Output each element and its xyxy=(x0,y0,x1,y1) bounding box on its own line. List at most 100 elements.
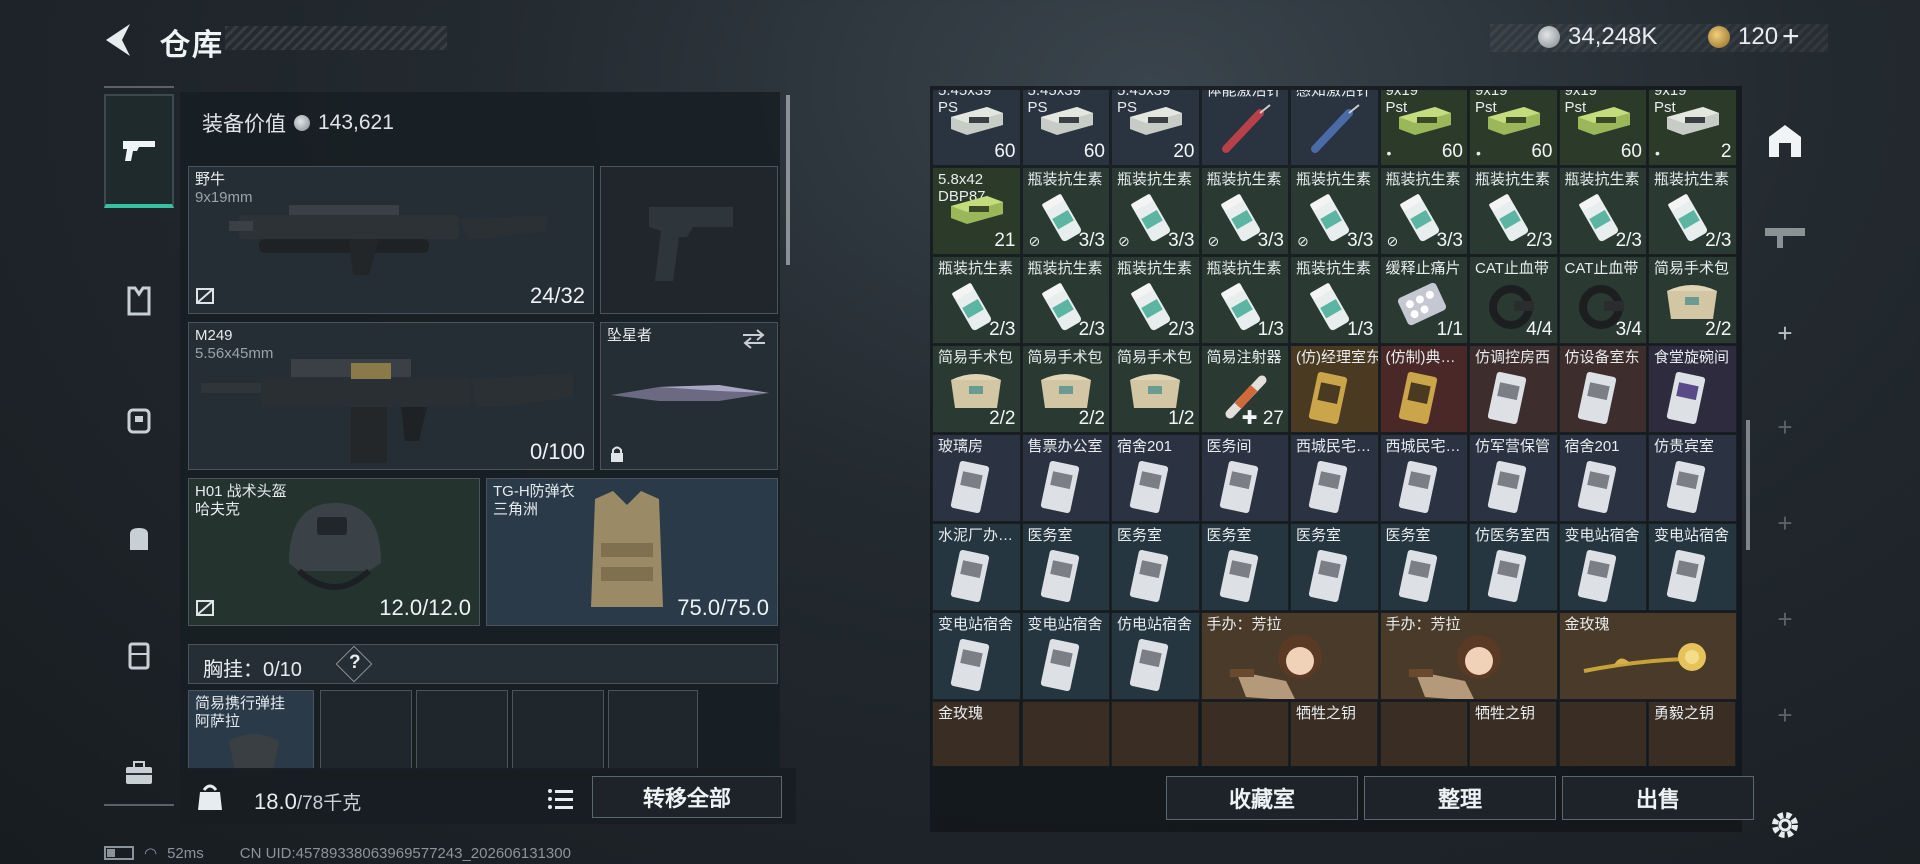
inventory-item[interactable]: 瓶装抗生素 2/3 xyxy=(1111,256,1200,344)
back-arrow-icon[interactable] xyxy=(100,20,140,60)
inventory-item[interactable]: 水泥厂办… xyxy=(932,523,1021,611)
inventory-item[interactable]: 瓶装抗生素 2/3 xyxy=(1469,167,1558,255)
tab-bag[interactable] xyxy=(104,482,174,592)
rig-empty-slot[interactable] xyxy=(320,690,412,770)
add-storage-button[interactable]: + xyxy=(1750,670,1820,760)
inventory-item[interactable]: 玻璃房 xyxy=(932,434,1021,522)
inventory-item[interactable]: 仿电站宿舍 xyxy=(1111,612,1200,700)
inventory-item[interactable]: 医务室 xyxy=(1021,523,1110,611)
inventory-item[interactable]: 仿医务室西 xyxy=(1469,523,1558,611)
inventory-item[interactable]: 5.8x42 DBP87 21 xyxy=(932,167,1021,255)
inventory-item[interactable]: 西城民宅… xyxy=(1290,434,1379,522)
inventory-item[interactable]: 医务室 xyxy=(1200,523,1289,611)
inventory-item-partial[interactable] xyxy=(1558,701,1647,766)
inventory-item[interactable]: 瓶装抗生素 3/3 ⊘ xyxy=(1200,167,1289,255)
inventory-item[interactable]: 医务间 xyxy=(1200,434,1289,522)
sort-button[interactable]: 整理 xyxy=(1364,776,1556,820)
tab-container[interactable] xyxy=(104,600,174,710)
inventory-item[interactable]: (仿制)典… xyxy=(1379,345,1468,433)
inventory-item[interactable]: 金玫瑰 xyxy=(1558,612,1737,700)
inventory-item[interactable]: 瓶装抗生素 3/3 ⊘ xyxy=(1290,167,1379,255)
pistol-slot[interactable] xyxy=(600,166,778,314)
inventory-item[interactable]: 简易手术包 2/2 xyxy=(1021,345,1110,433)
inventory-item[interactable]: 售票办公室 xyxy=(1021,434,1110,522)
inventory-item[interactable]: CAT止血带 4/4 xyxy=(1469,256,1558,344)
inventory-item-partial[interactable] xyxy=(1379,701,1468,766)
inventory-item[interactable]: 瓶装抗生素 3/3 ⊘ xyxy=(1111,167,1200,255)
inventory-item[interactable]: 变电站宿舍 xyxy=(1648,523,1737,611)
swap-icon[interactable] xyxy=(741,329,767,349)
melee-slot[interactable]: 坠星者 xyxy=(600,322,778,470)
inventory-item[interactable]: 仿设备室东 xyxy=(1558,345,1647,433)
inventory-item[interactable]: 仿贵宾室 xyxy=(1648,434,1737,522)
inventory-item[interactable]: 手办：芳拉 xyxy=(1200,612,1379,700)
rig-empty-slot[interactable] xyxy=(608,690,698,770)
inventory-item[interactable]: 食堂旋碗间 xyxy=(1648,345,1737,433)
inventory-item[interactable]: 医务室 xyxy=(1290,523,1379,611)
inventory-item[interactable]: 瓶装抗生素 2/3 xyxy=(1648,167,1737,255)
inventory-item[interactable]: 简易手术包 1/2 xyxy=(1111,345,1200,433)
tab-weapon-storage[interactable] xyxy=(1750,190,1820,280)
inventory-item[interactable]: 宿舍201 xyxy=(1111,434,1200,522)
chest-rig-header[interactable]: 胸挂：0/10 ? xyxy=(188,644,778,684)
inventory-item[interactable]: 感知激活针 xyxy=(1290,90,1379,166)
add-storage-button[interactable]: + xyxy=(1750,288,1820,378)
primary-weapon-slot[interactable]: 野牛 9x19mm 24/32 xyxy=(188,166,594,314)
inventory-item-partial[interactable]: 牺牲之钥 xyxy=(1290,701,1378,766)
settings-button[interactable] xyxy=(1750,780,1820,864)
rig-empty-slot[interactable] xyxy=(512,690,604,770)
inventory-item[interactable]: 简易手术包 2/2 xyxy=(932,345,1021,433)
inventory-item[interactable]: 简易注射器 ✚ 27 xyxy=(1200,345,1289,433)
inventory-item-partial[interactable]: 勇毅之钥 xyxy=(1648,701,1736,766)
tab-backpack[interactable] xyxy=(104,364,174,474)
inventory-item[interactable]: 5.45x39 PS 60 xyxy=(932,90,1021,166)
inventory-item[interactable]: 瓶装抗生素 2/3 xyxy=(932,256,1021,344)
inventory-item[interactable]: 瓶装抗生素 1/3 xyxy=(1290,256,1379,344)
inventory-item[interactable]: 9x19 Pst 2 • xyxy=(1648,90,1737,166)
add-storage-button[interactable]: + xyxy=(1750,574,1820,664)
inventory-item[interactable]: CAT止血带 3/4 xyxy=(1558,256,1647,344)
inventory-item[interactable]: 变电站宿舍 xyxy=(932,612,1021,700)
tab-weapons[interactable] xyxy=(104,94,174,208)
list-icon[interactable] xyxy=(546,786,576,812)
inventory-item[interactable]: (仿)经理室东 xyxy=(1290,345,1379,433)
inventory-item[interactable]: 变电站宿舍 xyxy=(1558,523,1647,611)
inventory-item[interactable]: 5.45x39 PS 60 xyxy=(1021,90,1110,166)
collection-button[interactable]: 收藏室 xyxy=(1166,776,1358,820)
armor-slot[interactable]: TG-H防弹衣 三角洲 75.0/75.0 xyxy=(486,478,778,626)
inventory-item[interactable]: 医务室 xyxy=(1379,523,1468,611)
inventory-item[interactable]: 瓶装抗生素 2/3 xyxy=(1021,256,1110,344)
sell-button[interactable]: 出售 xyxy=(1562,776,1754,820)
inventory-item-partial[interactable]: 牺牲之钥 xyxy=(1469,701,1557,766)
inventory-item[interactable]: 瓶装抗生素 3/3 ⊘ xyxy=(1021,167,1110,255)
inventory-item-partial[interactable] xyxy=(1021,701,1110,766)
inventory-item[interactable]: 9x19 Pst 60 • xyxy=(1379,90,1468,166)
inventory-item-partial[interactable]: 金玫瑰 xyxy=(932,701,1020,766)
inventory-item[interactable]: 仿军营保管 xyxy=(1469,434,1558,522)
transfer-all-button[interactable]: 转移全部 xyxy=(592,776,782,818)
add-storage-button[interactable]: + xyxy=(1750,382,1820,472)
add-storage-button[interactable]: + xyxy=(1750,478,1820,568)
tab-main-storage[interactable] xyxy=(1750,96,1820,186)
inventory-item[interactable]: 瓶装抗生素 3/3 ⊘ xyxy=(1379,167,1468,255)
rig-empty-slot[interactable] xyxy=(416,690,508,770)
inventory-item[interactable]: 仿调控房西 xyxy=(1469,345,1558,433)
inventory-item[interactable]: 5.45x39 PS 20 xyxy=(1111,90,1200,166)
inventory-item[interactable]: 瓶装抗生素 1/3 xyxy=(1200,256,1289,344)
inventory-item[interactable]: 瓶装抗生素 2/3 xyxy=(1558,167,1647,255)
inventory-item[interactable]: 简易手术包 2/2 xyxy=(1648,256,1737,344)
helmet-slot[interactable]: H01 战术头盔 哈夫克 12.0/12.0 xyxy=(188,478,480,626)
inventory-item[interactable]: 体能激活针 xyxy=(1200,90,1289,166)
inventory-item[interactable]: 变电站宿舍 xyxy=(1021,612,1110,700)
tab-toolbox[interactable] xyxy=(104,718,174,828)
secondary-weapon-slot[interactable]: M249 5.56x45mm 0/100 xyxy=(188,322,594,470)
inventory-item-partial[interactable] xyxy=(1111,701,1199,766)
backpack-slot[interactable]: 简易携行弹挂 阿萨拉 xyxy=(188,690,314,771)
inventory-item[interactable]: 西城民宅… xyxy=(1379,434,1468,522)
equipment-scrollbar[interactable] xyxy=(786,95,790,265)
inventory-item[interactable]: 9x19 Pst 60 • xyxy=(1469,90,1558,166)
inventory-item[interactable]: 手办：芳拉 xyxy=(1379,612,1558,700)
inventory-item[interactable]: 宿舍201 xyxy=(1558,434,1647,522)
inventory-item[interactable]: 医务室 xyxy=(1111,523,1200,611)
inventory-item[interactable]: 9x19 Pst 60 xyxy=(1558,90,1647,166)
